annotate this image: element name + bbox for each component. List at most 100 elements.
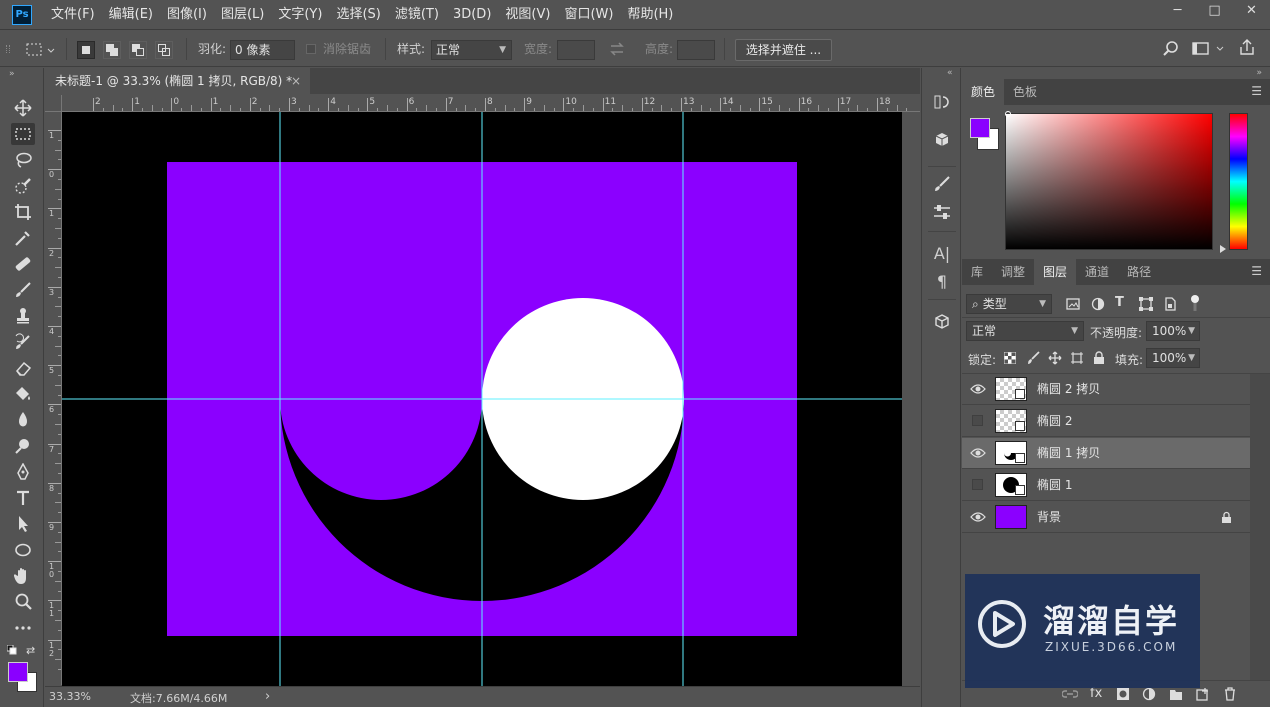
close-tab-icon[interactable]: × [291,68,301,94]
brush-panel-icon[interactable] [932,174,952,194]
panel-menu-icon[interactable]: ☰ [1251,264,1262,278]
new-layer-icon[interactable] [1196,687,1210,704]
collapse-icon[interactable]: » [1256,68,1262,78]
workspace-icon[interactable] [1192,41,1226,60]
eye-icon[interactable] [970,382,986,396]
filter-pixel-icon[interactable] [1066,297,1080,314]
hand-tool-icon[interactable] [11,565,35,587]
healing-brush-tool-icon[interactable] [11,253,35,275]
type-tool-icon[interactable] [11,487,35,509]
tab-color-0[interactable]: 颜色 [962,79,1005,105]
link-layers-icon[interactable] [1061,687,1079,704]
filter-smart-object-icon[interactable] [1163,297,1177,314]
status-menu-arrow[interactable]: › [265,689,270,704]
search-icon[interactable] [1162,40,1180,61]
style-select[interactable]: 正常 ▼ [431,40,512,60]
eye-icon[interactable] [970,446,986,460]
menu-item[interactable]: 滤镜(T) [388,0,446,30]
dodge-tool-icon[interactable] [11,435,35,457]
clone-stamp-tool-icon[interactable] [11,305,35,327]
collapse-icon[interactable]: » [9,69,15,79]
ellipse-tool-icon[interactable] [11,539,35,561]
color-spectrum-field[interactable] [1005,113,1213,250]
default-colors-icon[interactable] [6,644,17,655]
menu-item[interactable]: 图层(L) [214,0,271,30]
subtract-selection-button[interactable] [129,41,147,59]
filter-toggle-icon[interactable] [1190,294,1200,315]
foreground-color-swatch[interactable] [8,662,28,682]
height-input[interactable] [677,40,715,60]
swap-dimensions-icon[interactable] [609,42,625,59]
rectangular-marquee-tool-icon[interactable] [11,123,35,145]
eyedropper-tool-icon[interactable] [11,227,35,249]
layer-row[interactable]: 背景 [962,502,1250,533]
menu-item[interactable]: 文件(F) [44,0,102,30]
filter-type-icon[interactable]: T [1115,295,1124,310]
pen-tool-icon[interactable] [11,461,35,483]
tab-layers-3[interactable]: 通道 [1076,259,1118,285]
add-mask-icon[interactable] [1116,687,1130,704]
menu-item[interactable]: 3D(D) [446,0,498,30]
feather-input[interactable]: 0 像素 [230,40,295,60]
tab-layers-4[interactable]: 路径 [1118,259,1160,285]
minimize-button[interactable]: ─ [1159,0,1196,22]
share-icon[interactable] [1238,39,1256,60]
add-selection-button[interactable] [103,41,121,59]
hue-slider[interactable] [1229,113,1248,250]
menu-item[interactable]: 图像(I) [160,0,214,30]
paint-bucket-tool-icon[interactable] [11,383,35,405]
hue-slider-handle[interactable] [1220,245,1226,253]
opacity-input[interactable]: 100% ▼ [1146,321,1200,341]
quick-selection-tool-icon[interactable] [11,175,35,197]
lock-transparent-icon[interactable] [1004,352,1016,367]
blend-mode-select[interactable]: 正常 ▼ [966,321,1084,341]
lock-all-icon[interactable] [1093,351,1105,368]
panel-menu-icon[interactable]: ☰ [1251,84,1262,98]
menu-item[interactable]: 视图(V) [498,0,557,30]
layer-row[interactable]: 椭圆 1 拷贝 [962,438,1250,469]
zoom-tool-icon[interactable] [11,591,35,613]
color-picker-marker[interactable] [1005,111,1011,117]
fill-input[interactable]: 100% ▼ [1146,348,1200,368]
layer-filter-select[interactable]: ⌕ 类型 ▼ [966,294,1052,314]
document-tab[interactable]: 未标题-1 @ 33.3% (椭圆 1 拷贝, RGB/8) * × [45,68,310,94]
new-selection-button[interactable] [77,41,95,59]
visibility-toggle[interactable] [972,479,983,490]
layers-scrollbar[interactable] [1250,374,1270,684]
new-adjustment-layer-icon[interactable] [1142,687,1156,704]
move-tool-icon[interactable] [11,97,35,119]
eye-icon[interactable] [970,510,986,524]
menu-item[interactable]: 选择(S) [329,0,387,30]
color-panel-foreground-swatch[interactable] [970,118,990,138]
canvas-area[interactable] [62,112,902,686]
crop-tool-icon[interactable] [11,201,35,223]
tool-preset-picker[interactable] [24,40,58,60]
menu-item[interactable]: 编辑(E) [102,0,160,30]
tab-layers-0[interactable]: 库 [962,259,992,285]
paragraph-panel-icon[interactable]: ¶ [932,271,952,291]
new-group-icon[interactable] [1169,687,1183,704]
tab-color-1[interactable]: 色板 [1004,79,1046,105]
lock-pixels-icon[interactable] [1026,351,1040,368]
layer-style-icon[interactable]: fx [1090,686,1102,701]
history-panel-icon[interactable] [932,92,952,112]
filter-shape-icon[interactable] [1139,297,1153,314]
close-button[interactable]: ✕ [1233,0,1270,22]
visibility-toggle[interactable] [972,415,983,426]
layer-row[interactable]: 椭圆 1 [962,470,1250,501]
swap-colors-icon[interactable]: ⇄ [26,644,35,657]
more-tools-icon[interactable] [11,617,35,639]
3d-panel-icon[interactable] [932,130,952,150]
intersect-selection-button[interactable] [155,41,173,59]
path-selection-tool-icon[interactable] [11,513,35,535]
lock-artboard-icon[interactable] [1070,351,1084,368]
brush-tool-icon[interactable] [11,279,35,301]
eraser-tool-icon[interactable] [11,357,35,379]
filter-adjustment-icon[interactable] [1091,297,1105,314]
maximize-button[interactable]: □ [1196,0,1233,22]
blur-tool-icon[interactable] [11,409,35,431]
history-brush-tool-icon[interactable] [11,331,35,353]
select-and-mask-button[interactable]: 选择并遮住 ... [735,39,832,61]
collapse-icon[interactable]: « [947,68,953,78]
tab-layers-2[interactable]: 图层 [1034,259,1077,285]
